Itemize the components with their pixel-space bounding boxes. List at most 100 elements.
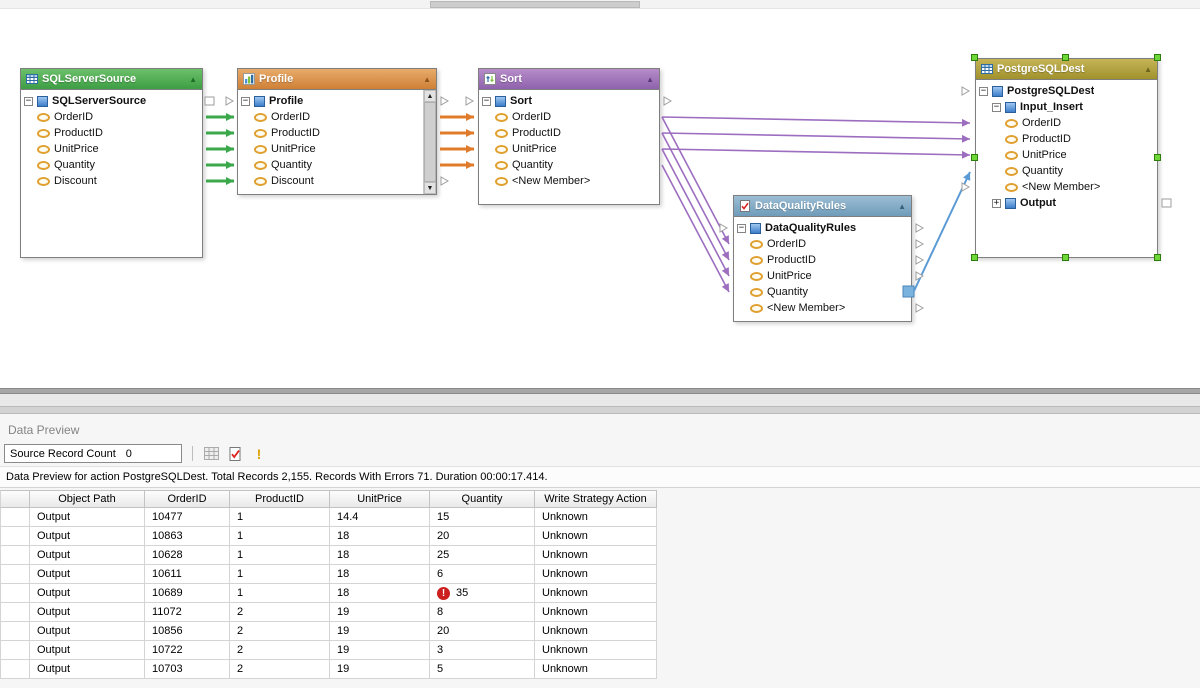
table-cell[interactable]: 6 <box>430 565 535 584</box>
table-cell[interactable]: 10722 <box>145 641 230 660</box>
node-header[interactable]: SQLServerSource ▲ <box>21 69 202 90</box>
row-indicator-cell[interactable] <box>0 641 30 660</box>
node-header[interactable]: Profile ▲ <box>238 69 436 90</box>
tree-row[interactable]: <New Member> <box>976 179 1157 195</box>
tree-row[interactable]: OrderID <box>238 109 436 125</box>
scroll-down-icon[interactable]: ▼ <box>424 182 436 194</box>
row-indicator-cell[interactable] <box>0 660 30 679</box>
tree-row[interactable]: −PostgreSQLDest <box>976 83 1157 99</box>
table-row[interactable]: Output1086311820Unknown <box>0 527 1200 546</box>
node-profile[interactable]: Profile ▲ −ProfileOrderIDProductIDUnitPr… <box>237 68 437 195</box>
table-row[interactable]: Output107222193Unknown <box>0 641 1200 660</box>
node-header[interactable]: PostgreSQLDest ▲ <box>976 59 1157 80</box>
column-header-unitprice[interactable]: UnitPrice <box>330 490 430 508</box>
table-cell[interactable]: Unknown <box>535 565 657 584</box>
tree-row[interactable]: Quantity <box>734 284 911 300</box>
table-cell[interactable]: 8 <box>430 603 535 622</box>
table-cell[interactable]: Unknown <box>535 508 657 527</box>
table-cell[interactable]: 19 <box>330 660 430 679</box>
selection-handle[interactable] <box>1154 154 1161 161</box>
collapse-box-icon[interactable]: − <box>24 97 33 106</box>
table-cell[interactable]: !35 <box>430 584 535 603</box>
table-cell[interactable]: Unknown <box>535 527 657 546</box>
tree-row[interactable]: Quantity <box>238 157 436 173</box>
selection-handle[interactable] <box>971 154 978 161</box>
table-cell[interactable]: 10703 <box>145 660 230 679</box>
column-header-quantity[interactable]: Quantity <box>430 490 535 508</box>
table-row[interactable]: Output10477114.415Unknown <box>0 508 1200 527</box>
collapse-arrow-icon[interactable]: ▲ <box>189 75 197 84</box>
tree-row[interactable]: OrderID <box>734 236 911 252</box>
table-cell[interactable]: 2 <box>230 622 330 641</box>
table-cell[interactable]: 3 <box>430 641 535 660</box>
data-quality-mode-button[interactable] <box>225 444 245 464</box>
table-cell[interactable]: 15 <box>430 508 535 527</box>
table-cell[interactable]: Output <box>30 622 145 641</box>
table-cell[interactable]: Output <box>30 508 145 527</box>
row-indicator-cell[interactable] <box>0 622 30 641</box>
collapse-arrow-icon[interactable]: ▲ <box>423 75 431 84</box>
tree-row[interactable]: +Output <box>976 195 1157 211</box>
tree-row[interactable]: Quantity <box>976 163 1157 179</box>
selection-handle[interactable] <box>1062 254 1069 261</box>
table-cell[interactable]: 2 <box>230 641 330 660</box>
node-sort[interactable]: Sort ▲ −SortOrderIDProductIDUnitPriceQua… <box>478 68 660 205</box>
table-cell[interactable]: 1 <box>230 565 330 584</box>
selection-handle[interactable] <box>1154 54 1161 61</box>
table-cell[interactable]: Output <box>30 584 145 603</box>
tree-row[interactable]: ProductID <box>21 125 202 141</box>
table-cell[interactable]: 5 <box>430 660 535 679</box>
table-cell[interactable]: Output <box>30 527 145 546</box>
table-cell[interactable]: 2 <box>230 660 330 679</box>
expand-box-icon[interactable]: + <box>992 199 1001 208</box>
table-cell[interactable]: 10856 <box>145 622 230 641</box>
tree-row[interactable]: OrderID <box>21 109 202 125</box>
table-cell[interactable]: 18 <box>330 546 430 565</box>
tree-row[interactable]: ProductID <box>976 131 1157 147</box>
table-cell[interactable]: Unknown <box>535 603 657 622</box>
table-cell[interactable]: Unknown <box>535 584 657 603</box>
node-header[interactable]: Sort ▲ <box>479 69 659 90</box>
tree-row[interactable]: Discount <box>238 173 436 189</box>
table-cell[interactable]: 20 <box>430 622 535 641</box>
node-header[interactable]: DataQualityRules ▲ <box>734 196 911 217</box>
tree-row[interactable]: ProductID <box>734 252 911 268</box>
collapse-arrow-icon[interactable]: ▲ <box>898 202 906 211</box>
table-cell[interactable]: Unknown <box>535 660 657 679</box>
table-cell[interactable]: 1 <box>230 546 330 565</box>
table-cell[interactable]: Unknown <box>535 622 657 641</box>
table-cell[interactable]: 14.4 <box>330 508 430 527</box>
table-row[interactable]: Output10689118!35Unknown <box>0 584 1200 603</box>
tree-row[interactable]: −DataQualityRules <box>734 220 911 236</box>
tree-row[interactable]: UnitPrice <box>976 147 1157 163</box>
selection-handle[interactable] <box>1062 54 1069 61</box>
table-cell[interactable]: 25 <box>430 546 535 565</box>
table-row[interactable]: Output107032195Unknown <box>0 660 1200 679</box>
column-header-productid[interactable]: ProductID <box>230 490 330 508</box>
tree-row[interactable]: UnitPrice <box>238 141 436 157</box>
table-row[interactable]: Output1085621920Unknown <box>0 622 1200 641</box>
collapse-box-icon[interactable]: − <box>737 224 746 233</box>
node-dataqualityrules[interactable]: DataQualityRules ▲ −DataQualityRulesOrde… <box>733 195 912 322</box>
row-indicator-cell[interactable] <box>0 584 30 603</box>
tree-row[interactable]: ProductID <box>238 125 436 141</box>
column-header-write-strategy-action[interactable]: Write Strategy Action <box>535 490 657 508</box>
tree-row[interactable]: <New Member> <box>479 173 659 189</box>
scrollbar-thumb[interactable] <box>430 1 640 8</box>
table-cell[interactable]: 10477 <box>145 508 230 527</box>
tree-row[interactable]: UnitPrice <box>734 268 911 284</box>
collapse-box-icon[interactable]: − <box>482 97 491 106</box>
tree-row[interactable]: Quantity <box>21 157 202 173</box>
table-cell[interactable]: Output <box>30 603 145 622</box>
collapse-box-icon[interactable]: − <box>241 97 250 106</box>
row-indicator-cell[interactable] <box>0 527 30 546</box>
table-cell[interactable]: Output <box>30 641 145 660</box>
table-cell[interactable]: 2 <box>230 603 330 622</box>
table-cell[interactable]: Unknown <box>535 546 657 565</box>
selection-handle[interactable] <box>971 54 978 61</box>
table-cell[interactable]: 19 <box>330 641 430 660</box>
table-cell[interactable]: 18 <box>330 527 430 546</box>
row-indicator-cell[interactable] <box>0 603 30 622</box>
selection-handle[interactable] <box>1154 254 1161 261</box>
grid-view-button[interactable] <box>201 444 221 464</box>
